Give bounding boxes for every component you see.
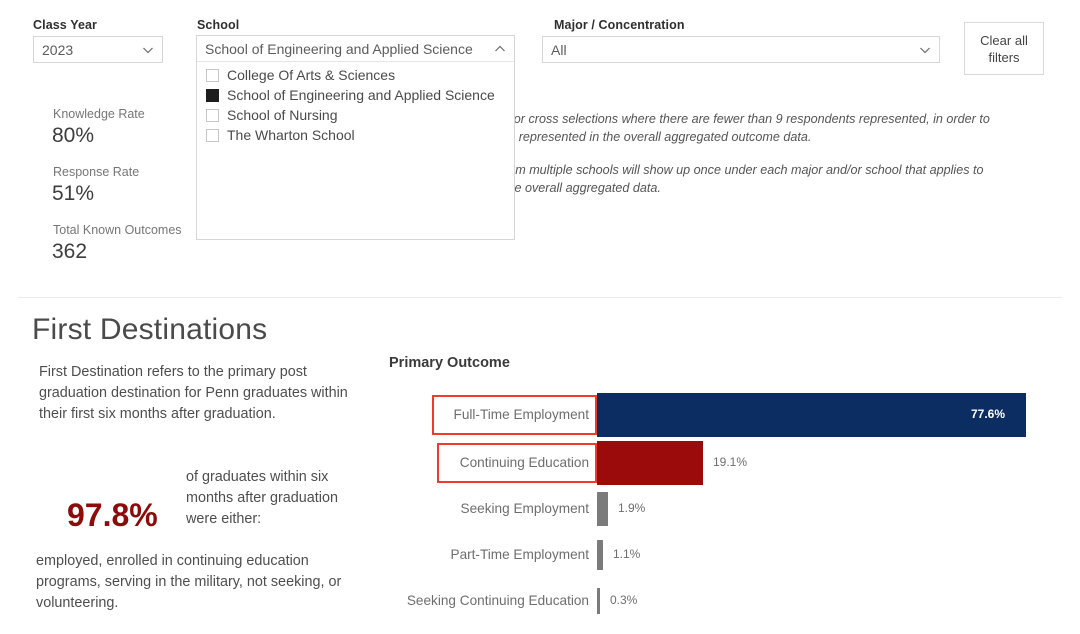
primary-outcome-bar-chart: Full-Time Employment 77.6% Continuing Educ…	[0, 0, 1080, 634]
bar-value-label-continuing-education: 19.1%	[713, 455, 747, 469]
bar-part-time-employment[interactable]	[597, 540, 603, 570]
category-label-seeking-employment[interactable]: Seeking Employment	[0, 502, 589, 516]
bar-value-label-part-time-employment: 1.1%	[613, 547, 640, 561]
category-label-seeking-continuing-education[interactable]: Seeking Continuing Education	[0, 594, 589, 608]
bar-value-label-full-time-employment: 77.6%	[971, 407, 1005, 421]
school-option-list: College Of Arts & Sciences School of Eng…	[197, 62, 514, 145]
school-option-label: School of Engineering and Applied Scienc…	[227, 87, 495, 103]
school-option-label: The Wharton School	[227, 127, 355, 143]
school-option-school-of-engineering-and-applied-science[interactable]: School of Engineering and Applied Scienc…	[197, 85, 514, 105]
checkbox-unchecked-icon[interactable]	[206, 129, 219, 142]
school-multiselect[interactable]: School of Engineering and Applied Scienc…	[196, 35, 515, 240]
bar-value-label-seeking-continuing-education: 0.3%	[610, 593, 637, 607]
checkbox-checked-icon[interactable]	[206, 89, 219, 102]
category-label-continuing-education[interactable]: Continuing Education	[0, 456, 589, 470]
category-label-part-time-employment[interactable]: Part-Time Employment	[0, 548, 589, 562]
bar-full-time-employment[interactable]	[597, 393, 1026, 437]
school-selected-value: School of Engineering and Applied Scienc…	[205, 41, 492, 57]
bar-seeking-employment[interactable]	[597, 492, 608, 526]
category-label-full-time-employment[interactable]: Full-Time Employment	[0, 408, 589, 422]
checkbox-unchecked-icon[interactable]	[206, 69, 219, 82]
bar-value-label-seeking-employment: 1.9%	[618, 501, 645, 515]
school-option-college-of-arts-sciences[interactable]: College Of Arts & Sciences	[197, 65, 514, 85]
bar-seeking-continuing-education[interactable]	[597, 588, 600, 614]
school-option-label: College Of Arts & Sciences	[227, 67, 395, 83]
school-select-header[interactable]: School of Engineering and Applied Scienc…	[197, 36, 514, 62]
school-option-school-of-nursing[interactable]: School of Nursing	[197, 105, 514, 125]
checkbox-unchecked-icon[interactable]	[206, 109, 219, 122]
bar-continuing-education[interactable]	[597, 441, 703, 485]
school-option-the-wharton-school[interactable]: The Wharton School	[197, 125, 514, 145]
school-option-label: School of Nursing	[227, 107, 338, 123]
chevron-up-icon	[492, 41, 508, 57]
